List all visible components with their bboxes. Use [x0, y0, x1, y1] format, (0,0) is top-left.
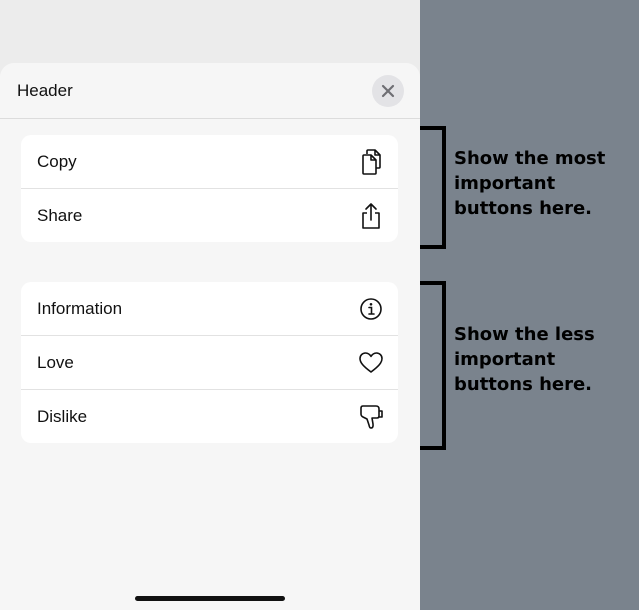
primary-group-note: Show the most important buttons here.: [454, 148, 606, 219]
header-title: Header: [17, 81, 73, 100]
love-label: Love: [37, 352, 74, 372]
primary-group-bracket: [420, 126, 446, 249]
home-indicator[interactable]: [135, 596, 285, 601]
close-button[interactable]: [372, 75, 404, 107]
information-label: Information: [37, 298, 123, 318]
action-sheet: Header Copy Share Information Love Disli…: [0, 63, 420, 610]
info-icon: [358, 296, 384, 322]
dislike-row[interactable]: Dislike: [21, 389, 398, 443]
copy-icon: [358, 148, 384, 175]
thumbs-down-icon: [358, 404, 384, 430]
secondary-group-bracket: [420, 281, 446, 450]
secondary-actions-group: Information Love Dislike: [21, 282, 398, 443]
copy-label: Copy: [37, 151, 77, 171]
share-icon: [358, 202, 384, 229]
share-label: Share: [37, 205, 83, 225]
love-row[interactable]: Love: [21, 335, 398, 389]
dislike-label: Dislike: [37, 406, 88, 426]
secondary-group-note: Show the less important buttons here.: [454, 324, 595, 395]
copy-row[interactable]: Copy: [21, 135, 398, 188]
information-row[interactable]: Information: [21, 282, 398, 335]
share-row[interactable]: Share: [21, 188, 398, 242]
sheet-header: Header: [0, 63, 420, 119]
heart-icon: [358, 350, 384, 376]
phone-screen: Header Copy Share Information Love Disli…: [0, 0, 420, 610]
close-icon: [381, 84, 395, 98]
primary-actions-group: Copy Share: [21, 135, 398, 242]
